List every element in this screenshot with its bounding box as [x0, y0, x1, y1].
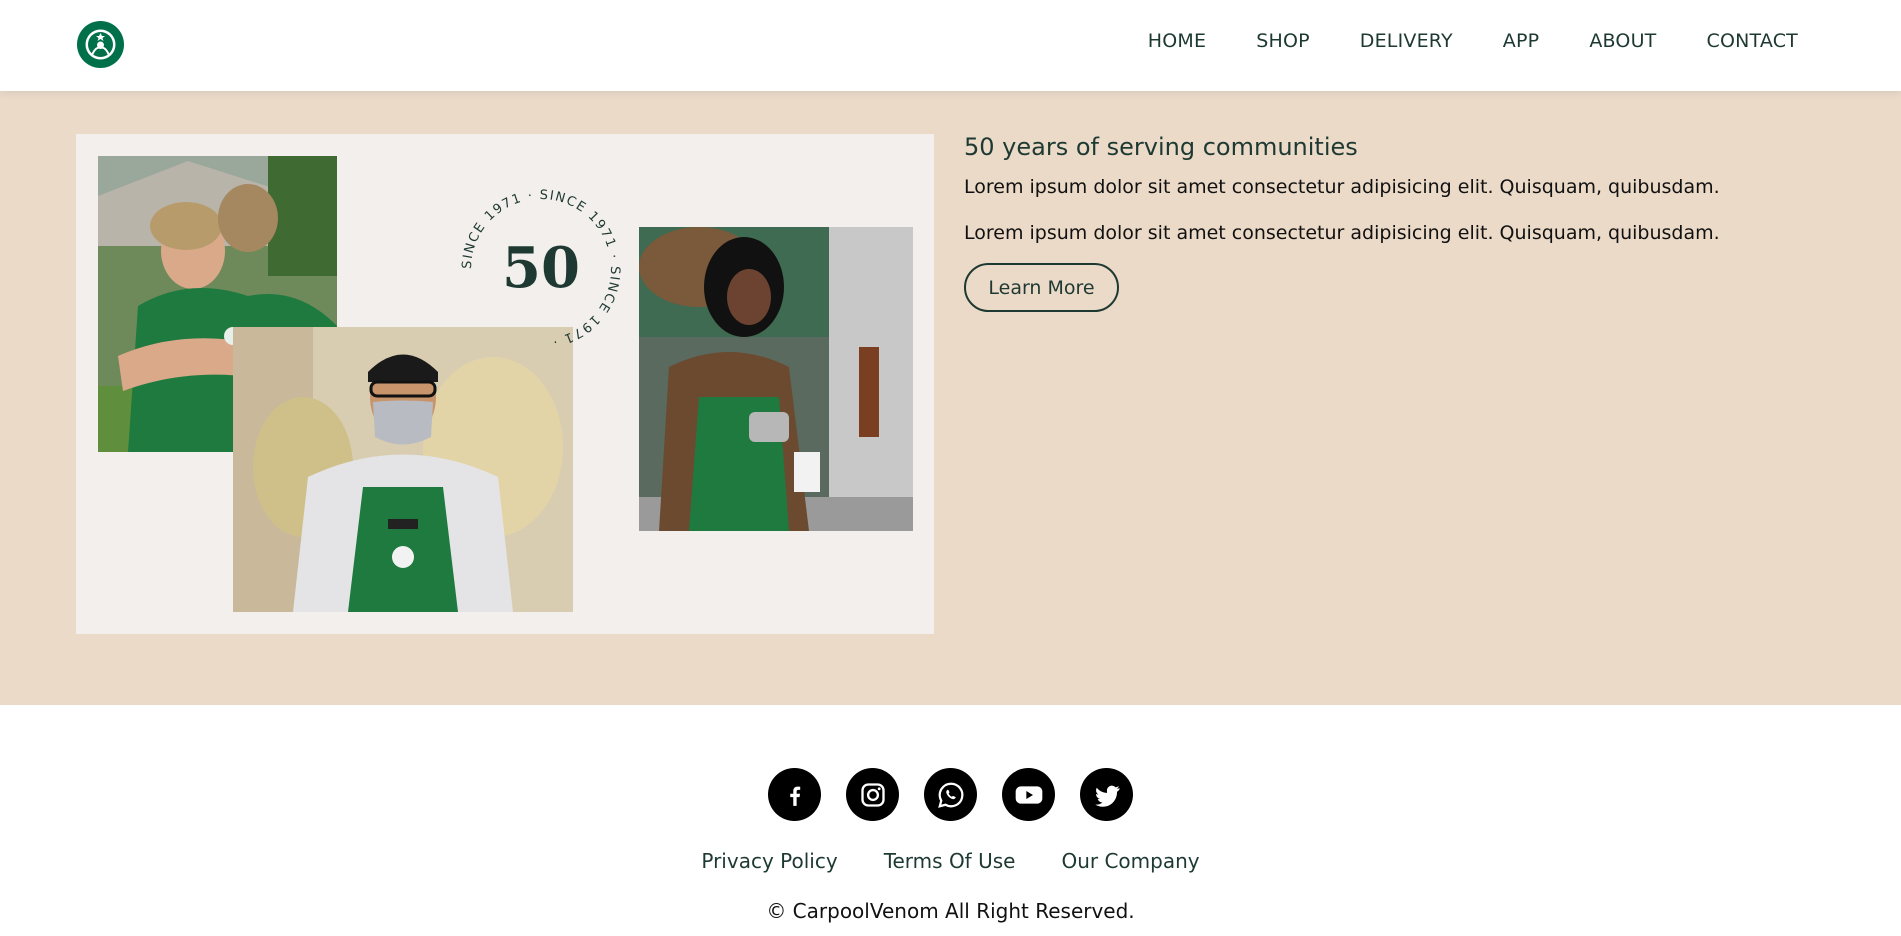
header: HOME SHOP DELIVERY APP ABOUT CONTACT [0, 0, 1901, 91]
hero-section: SINCE 1971 · SINCE 1971 · SINCE 1971 · 5… [0, 91, 1901, 705]
siren-icon [78, 22, 123, 67]
hero-paragraph-2: Lorem ipsum dolor sit amet consectetur a… [964, 222, 1720, 244]
facebook-icon[interactable] [768, 768, 821, 821]
whatsapp-icon[interactable] [924, 768, 977, 821]
masked-barista-photo [233, 327, 573, 612]
starbucks-logo[interactable] [77, 21, 124, 68]
hero-title: 50 years of serving communities [964, 133, 1358, 161]
privacy-policy-link[interactable]: Privacy Policy [701, 849, 837, 873]
youtube-icon[interactable] [1002, 768, 1055, 821]
page: HOME SHOP DELIVERY APP ABOUT CONTACT SIN… [0, 0, 1901, 936]
nav-delivery[interactable]: DELIVERY [1360, 30, 1453, 52]
twitter-icon[interactable] [1080, 768, 1133, 821]
learn-more-button[interactable]: Learn More [964, 263, 1119, 312]
social-links [0, 768, 1901, 821]
instagram-icon[interactable] [846, 768, 899, 821]
footer-links: Privacy Policy Terms Of Use Our Company [0, 849, 1901, 873]
hero-content: 50 years of serving communities Lorem ip… [964, 133, 1844, 312]
badge-number: 50 [502, 235, 580, 301]
footer: Privacy Policy Terms Of Use Our Company … [0, 705, 1901, 936]
hero-paragraph-1: Lorem ipsum dolor sit amet consectetur a… [964, 176, 1720, 198]
nav-shop[interactable]: SHOP [1256, 30, 1310, 52]
our-company-link[interactable]: Our Company [1061, 849, 1199, 873]
terms-of-use-link[interactable]: Terms Of Use [884, 849, 1016, 873]
nav-home[interactable]: HOME [1148, 30, 1206, 52]
nav-app[interactable]: APP [1503, 30, 1540, 52]
nav-about[interactable]: ABOUT [1589, 30, 1656, 52]
anniversary-badge: SINCE 1971 · SINCE 1971 · SINCE 1971 · 5… [456, 184, 626, 354]
main-nav: HOME SHOP DELIVERY APP ABOUT CONTACT [1148, 30, 1798, 52]
copyright-text: © CarpoolVenom All Right Reserved. [766, 899, 1135, 923]
anniversary-collage: SINCE 1971 · SINCE 1971 · SINCE 1971 · 5… [76, 134, 934, 634]
nav-contact[interactable]: CONTACT [1706, 30, 1798, 52]
pouring-barista-photo [639, 227, 913, 531]
